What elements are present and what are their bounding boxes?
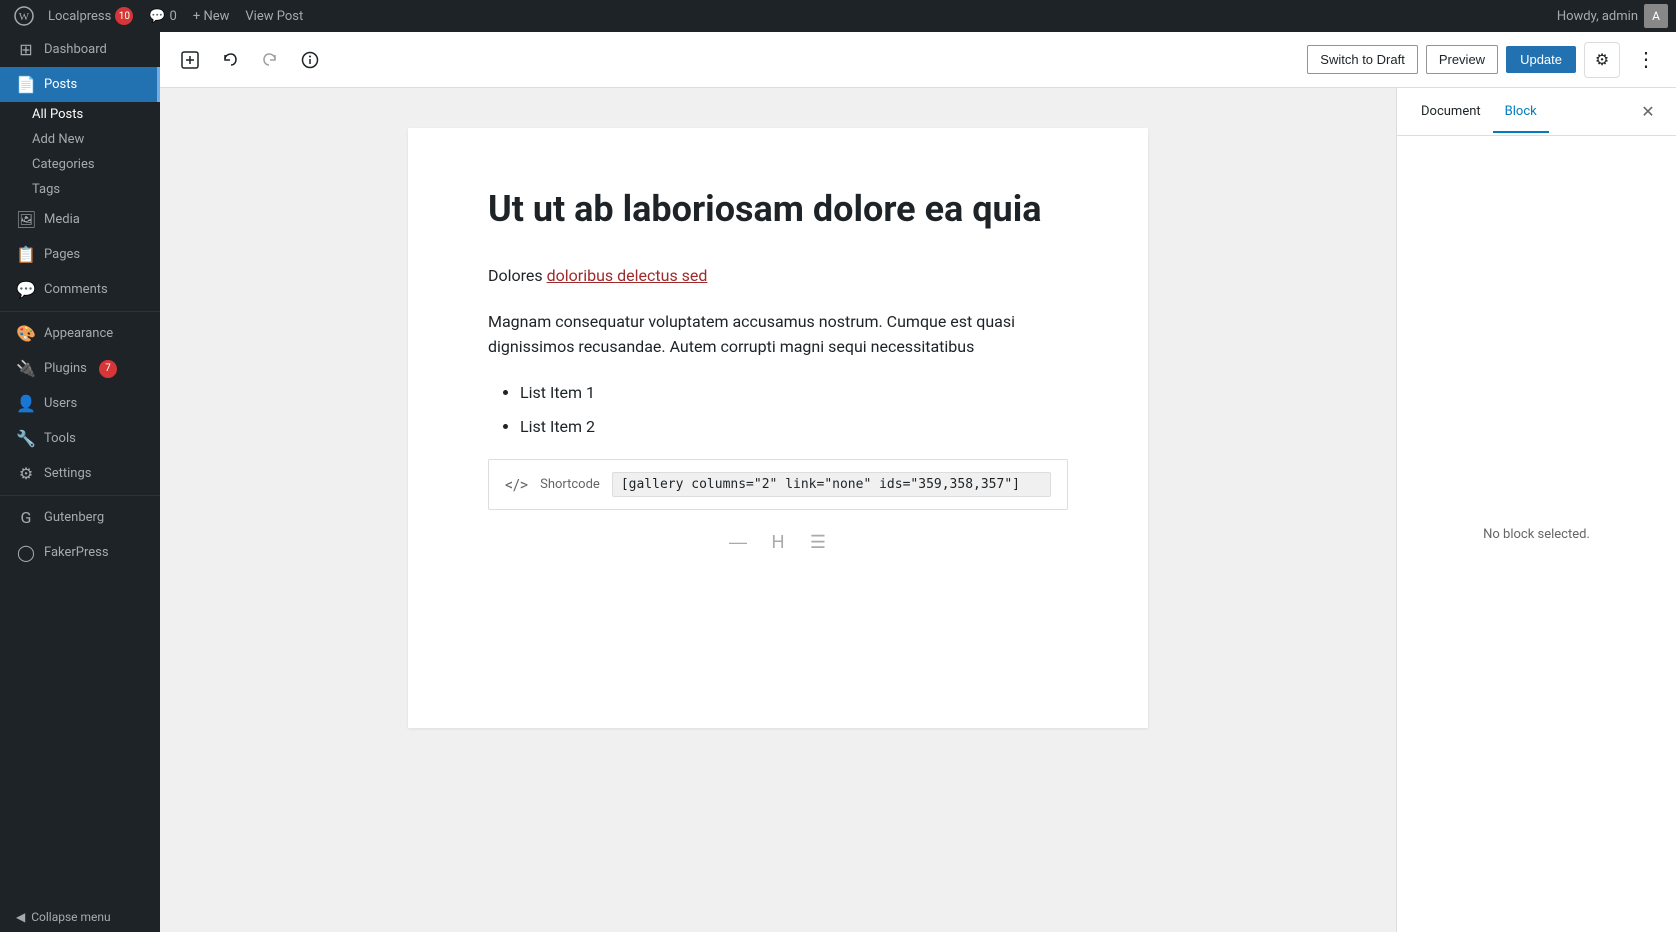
pages-icon: 📋	[16, 245, 36, 264]
panel-close-button[interactable]: ✕	[1632, 96, 1664, 128]
sidebar-sub-all-posts[interactable]: All Posts	[0, 102, 160, 127]
admin-bar: W Localpress 10 💬 0 + New View Post Howd…	[0, 0, 1676, 32]
adminbar-view-post[interactable]: View Post	[237, 9, 311, 24]
gutenberg-icon: G	[16, 508, 36, 527]
toolbar-right: Switch to Draft Preview Update ⚙ ⋮	[1307, 42, 1664, 78]
editor-wrap: Switch to Draft Preview Update ⚙ ⋮ Ut ut…	[160, 32, 1676, 932]
redo-button[interactable]	[252, 42, 288, 78]
wp-logo-icon[interactable]: W	[8, 0, 40, 32]
post-editor[interactable]: Ut ut ab laboriosam dolore ea quia Dolor…	[160, 88, 1396, 932]
sidebar-item-posts[interactable]: 📄 Posts	[0, 67, 160, 102]
insert-heading-button[interactable]: H	[762, 526, 794, 558]
adminbar-site-name[interactable]: Localpress 10	[40, 7, 141, 25]
sidebar: ⊞ Dashboard 📄 Posts All Posts Add New Ca…	[0, 32, 160, 932]
paragraph-1[interactable]: Dolores doloribus delectus sed	[488, 263, 1068, 289]
svg-text:W: W	[19, 11, 30, 23]
sidebar-item-tools[interactable]: 🔧 Tools	[0, 421, 160, 456]
paragraph-1-link[interactable]: doloribus delectus sed	[547, 266, 708, 285]
list-item-1[interactable]: List Item 1	[520, 380, 1068, 406]
settings-icon: ⚙	[16, 464, 36, 483]
right-panel: Document Block ✕ No block selected.	[1396, 88, 1676, 932]
plugins-badge: 7	[99, 360, 117, 378]
adminbar-right: Howdy, admin A	[1557, 4, 1668, 28]
sidebar-item-settings[interactable]: ⚙ Settings	[0, 456, 160, 491]
undo-button[interactable]	[212, 42, 248, 78]
block-inserter-row: — H ☰	[488, 526, 1068, 558]
sidebar-sub-tags[interactable]: Tags	[0, 177, 160, 202]
paragraph-2[interactable]: Magnam consequatur voluptatem accusamus …	[488, 309, 1068, 360]
media-icon: 🖼	[16, 210, 36, 229]
switch-to-draft-button[interactable]: Switch to Draft	[1307, 45, 1418, 74]
shortcode-icon: </>	[505, 475, 528, 494]
shortcode-label: Shortcode	[540, 477, 600, 492]
sidebar-item-plugins[interactable]: 🔌 Plugins 7	[0, 351, 160, 386]
preview-button[interactable]: Preview	[1426, 45, 1498, 74]
sidebar-sub-add-new[interactable]: Add New	[0, 127, 160, 152]
sidebar-item-dashboard[interactable]: ⊞ Dashboard	[0, 32, 160, 67]
panel-tabs: Document Block ✕	[1397, 88, 1676, 136]
insert-list-button[interactable]: ☰	[802, 526, 834, 558]
settings-gear-button[interactable]: ⚙	[1584, 42, 1620, 78]
appearance-icon: 🎨	[16, 324, 36, 343]
dashboard-icon: ⊞	[16, 40, 36, 59]
plugins-icon: 🔌	[16, 359, 36, 378]
post-content-area: Ut ut ab laboriosam dolore ea quia Dolor…	[408, 128, 1148, 728]
sidebar-sub-categories[interactable]: Categories	[0, 152, 160, 177]
more-options-button[interactable]: ⋮	[1628, 42, 1664, 78]
comments-icon: 💬	[16, 280, 36, 299]
shortcode-block[interactable]: </> Shortcode [gallery columns="2" link=…	[488, 459, 1068, 510]
comment-icon: 💬	[149, 9, 165, 24]
list-block: List Item 1 List Item 2	[520, 380, 1068, 439]
tab-document[interactable]: Document	[1409, 92, 1493, 133]
no-block-selected-text: No block selected.	[1483, 527, 1590, 542]
info-button[interactable]	[292, 42, 328, 78]
sidebar-item-gutenberg[interactable]: G Gutenberg	[0, 500, 160, 535]
posts-icon: 📄	[16, 75, 36, 94]
updates-badge: 10	[115, 7, 133, 25]
adminbar-comments[interactable]: 💬 0	[141, 9, 185, 24]
post-title[interactable]: Ut ut ab laboriosam dolore ea quia	[488, 188, 1068, 231]
tools-icon: 🔧	[16, 429, 36, 448]
editor-content-wrap: Ut ut ab laboriosam dolore ea quia Dolor…	[160, 88, 1676, 932]
sidebar-item-appearance[interactable]: 🎨 Appearance	[0, 316, 160, 351]
fakerpress-icon: ◯	[16, 543, 36, 562]
avatar: A	[1644, 4, 1668, 28]
list-item-2[interactable]: List Item 2	[520, 414, 1068, 440]
editor-toolbar: Switch to Draft Preview Update ⚙ ⋮	[160, 32, 1676, 88]
collapse-menu-button[interactable]: ◀ Collapse menu	[0, 902, 160, 932]
sidebar-item-fakerpress[interactable]: ◯ FakerPress	[0, 535, 160, 570]
adminbar-new[interactable]: + New	[185, 9, 238, 24]
shortcode-value: [gallery columns="2" link="none" ids="35…	[612, 472, 1051, 497]
sidebar-item-media[interactable]: 🖼 Media	[0, 202, 160, 237]
panel-body: No block selected.	[1397, 136, 1676, 932]
update-button[interactable]: Update	[1506, 46, 1576, 73]
add-block-button[interactable]	[172, 42, 208, 78]
tab-block[interactable]: Block	[1493, 92, 1549, 133]
users-icon: 👤	[16, 394, 36, 413]
sidebar-item-pages[interactable]: 📋 Pages	[0, 237, 160, 272]
insert-line-button[interactable]: —	[722, 526, 754, 558]
sidebar-item-comments[interactable]: 💬 Comments	[0, 272, 160, 307]
collapse-icon: ◀	[16, 910, 25, 924]
sidebar-item-users[interactable]: 👤 Users	[0, 386, 160, 421]
